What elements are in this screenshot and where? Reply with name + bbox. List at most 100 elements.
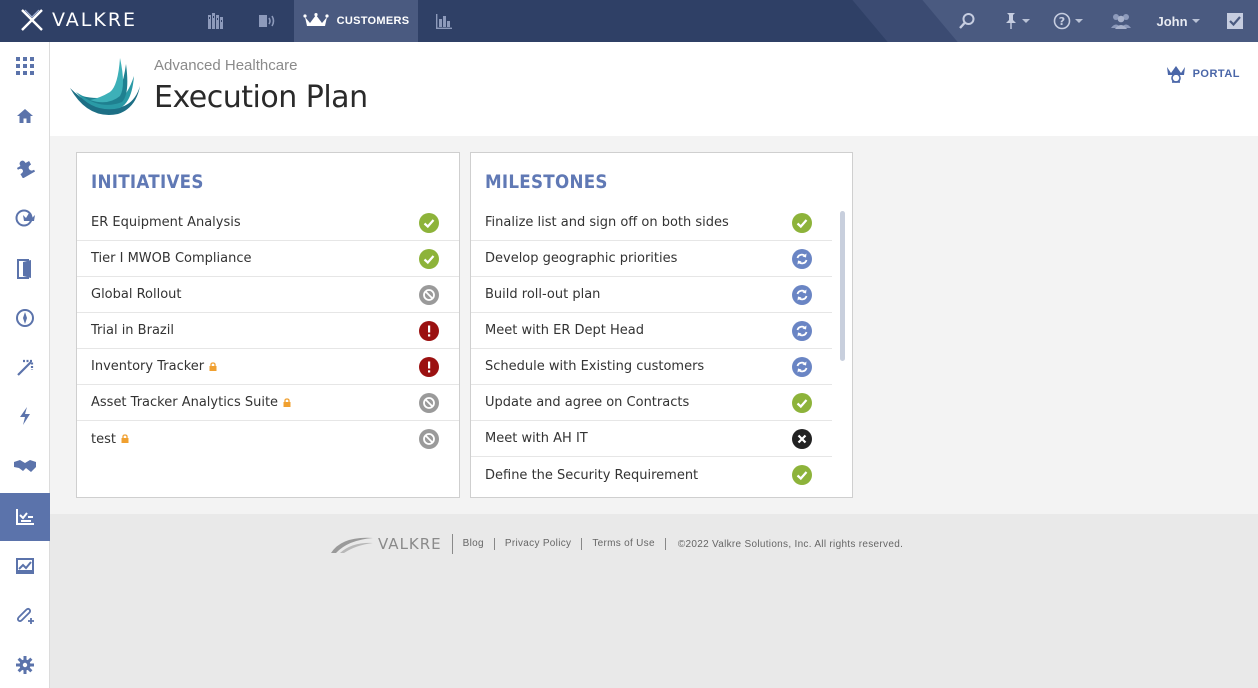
status-in-progress-icon[interactable] (792, 321, 812, 341)
team-button[interactable] (1096, 0, 1146, 42)
search-button[interactable] (940, 0, 994, 42)
milestone-row[interactable]: Finalize list and sign off on both sides (471, 205, 832, 241)
help-icon: ? (1053, 12, 1071, 30)
initiative-row[interactable]: Inventory Tracker (77, 349, 459, 385)
gear-icon (16, 656, 34, 674)
pin-icon (1006, 13, 1016, 29)
milestone-label[interactable]: Build roll-out plan (485, 287, 600, 302)
milestones-scrollbar[interactable] (840, 211, 845, 361)
initiative-row[interactable]: Asset Tracker Analytics Suite (77, 385, 459, 421)
sidebar-item-home[interactable] (0, 92, 50, 140)
page-title: Execution Plan (154, 80, 368, 115)
status-at-risk-icon[interactable] (419, 321, 439, 341)
help-menu-button[interactable]: ? (1040, 0, 1096, 42)
milestone-label[interactable]: Meet with AH IT (485, 431, 588, 446)
sidebar-item-documents[interactable] (0, 245, 50, 293)
sidebar-item-integrations[interactable] (0, 144, 50, 192)
initiative-label[interactable]: Tier I MWOB Compliance (91, 251, 251, 266)
milestone-label[interactable]: Develop geographic priorities (485, 251, 677, 266)
milestone-row[interactable]: Develop geographic priorities (471, 241, 832, 277)
initiative-row[interactable]: Tier I MWOB Compliance (77, 241, 459, 277)
initiative-label[interactable]: Trial in Brazil (91, 323, 174, 338)
pin-menu-button[interactable] (994, 0, 1040, 42)
arrow-up-right-icon (17, 359, 34, 376)
sidebar-item-apps[interactable] (0, 42, 50, 90)
tasks-button[interactable] (1210, 0, 1258, 42)
nav-broadcast[interactable] (242, 0, 294, 42)
milestone-label[interactable]: Meet with ER Dept Head (485, 323, 644, 338)
footer-brand: VALKRE (378, 535, 442, 553)
status-complete-icon[interactable] (792, 393, 812, 413)
footer-link-privacy[interactable]: Privacy Policy (495, 538, 583, 550)
nav-accounts[interactable] (190, 0, 242, 42)
status-complete-icon[interactable] (792, 213, 812, 233)
initiative-label[interactable]: Global Rollout (91, 287, 182, 302)
milestone-label[interactable]: Finalize list and sign off on both sides (485, 215, 729, 230)
nav-customers-label: CUSTOMERS (336, 15, 410, 27)
milestone-row[interactable]: Update and agree on Contracts (471, 385, 832, 421)
status-in-progress-icon[interactable] (792, 285, 812, 305)
initiative-label[interactable]: test (91, 432, 116, 447)
milestones-title: MILESTONES (485, 171, 608, 193)
sidebar-item-activity[interactable] (0, 392, 50, 440)
footer-link-blog[interactable]: Blog (453, 538, 495, 550)
status-not-started-icon[interactable] (419, 429, 439, 449)
nav-reports[interactable] (418, 0, 470, 42)
top-navigation: CUSTOMERS (190, 0, 470, 42)
inbox-chart-icon (16, 558, 34, 574)
sidebar-item-settings[interactable] (0, 641, 50, 688)
status-not-started-icon[interactable] (419, 393, 439, 413)
valkre-logo-icon (21, 9, 43, 31)
status-in-progress-icon[interactable] (792, 357, 812, 377)
milestone-label[interactable]: Define the Security Requirement (485, 468, 698, 483)
initiatives-list: ER Equipment Analysis Tier I MWOB Complia… (77, 205, 459, 457)
paperclip-plus-icon (16, 607, 34, 624)
footer-link-terms[interactable]: Terms of Use (582, 538, 666, 550)
status-in-progress-icon[interactable] (792, 249, 812, 269)
portal-crown-icon (1166, 66, 1185, 83)
user-menu-button[interactable]: John (1146, 0, 1210, 42)
building-icon (208, 13, 223, 29)
milestone-label[interactable]: Update and agree on Contracts (485, 395, 689, 410)
footer-bar: VALKRE Blog Privacy Policy Terms of Use … (330, 534, 915, 554)
status-not-started-icon[interactable] (419, 285, 439, 305)
status-complete-icon[interactable] (419, 213, 439, 233)
milestone-row[interactable]: Meet with AH IT (471, 421, 832, 457)
initiative-label[interactable]: Asset Tracker Analytics Suite (91, 395, 278, 410)
sidebar-item-customers[interactable] (0, 193, 50, 241)
bar-chart-icon (436, 14, 452, 29)
sidebar-item-partners[interactable] (0, 442, 50, 490)
footer: VALKRE Blog Privacy Policy Terms of Use … (50, 514, 1258, 688)
portal-link[interactable]: PORTAL (1165, 64, 1240, 84)
initiative-row[interactable]: test (77, 421, 459, 457)
initiative-label[interactable]: Inventory Tracker (91, 359, 204, 374)
initiative-row[interactable]: Trial in Brazil (77, 313, 459, 349)
sidebar-item-attachments[interactable] (0, 592, 50, 640)
milestone-row[interactable]: Schedule with Existing customers (471, 349, 832, 385)
milestone-label[interactable]: Schedule with Existing customers (485, 359, 704, 374)
status-at-risk-icon[interactable] (419, 357, 439, 377)
milestone-row[interactable]: Define the Security Requirement (471, 457, 832, 493)
portal-label: PORTAL (1192, 68, 1240, 80)
checkbox-icon (1227, 13, 1243, 29)
sidebar-item-finance[interactable] (0, 294, 50, 342)
footer-logo[interactable]: VALKRE (330, 534, 453, 554)
milestone-row[interactable]: Build roll-out plan (471, 277, 832, 313)
initiative-row[interactable]: Global Rollout (77, 277, 459, 313)
customer-crown-icon (15, 209, 35, 227)
search-icon (959, 13, 975, 29)
initiatives-title: INITIATIVES (91, 171, 204, 193)
lock-icon (209, 358, 217, 376)
initiative-label[interactable]: ER Equipment Analysis (91, 215, 241, 230)
sidebar-item-inbox[interactable] (0, 542, 50, 590)
sidebar-item-execution-plan[interactable] (0, 493, 50, 541)
sidebar-item-growth[interactable] (0, 344, 50, 392)
milestone-row[interactable]: Meet with ER Dept Head (471, 313, 832, 349)
status-complete-icon[interactable] (792, 465, 812, 485)
initiative-row[interactable]: ER Equipment Analysis (77, 205, 459, 241)
status-cancelled-icon[interactable] (792, 429, 812, 449)
status-complete-icon[interactable] (419, 249, 439, 269)
broadcast-icon (259, 15, 275, 27)
brand-logo[interactable]: VALKRE (20, 8, 137, 32)
nav-customers[interactable]: CUSTOMERS (294, 0, 418, 42)
